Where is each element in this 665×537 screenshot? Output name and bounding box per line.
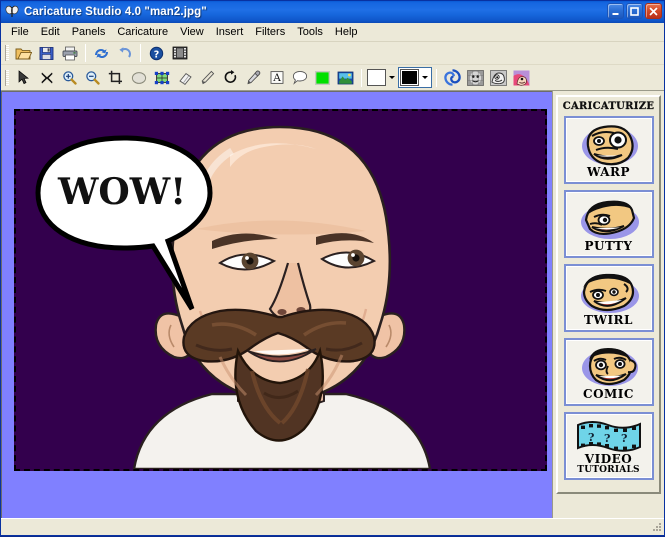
video-label: VIDEO [584,452,633,466]
chevron-down-icon-2[interactable] [419,68,430,87]
video-tutorials-button[interactable]: ? ? ? VIDEO TUTORIALS [563,412,654,480]
putty-button[interactable]: PUTTY [563,190,654,258]
svg-text:A: A [272,72,281,84]
window-controls [607,3,662,19]
application-window: Caricature Studio 4.0 "man2.jpg" File Ed… [0,0,665,536]
tools-toolbar: A [1,65,664,91]
maximize-button[interactable] [626,3,643,19]
resize-grip-icon[interactable] [649,520,663,534]
caricaturize-frame: CARICATURIZE WARP PUTTY TWIRL COMIC ? ? … [556,95,661,494]
face-morph-button[interactable] [487,67,510,88]
tutorials-label: TUTORIALS [577,465,640,475]
twirl-label: TWIRL [584,313,633,327]
help-button[interactable]: ? [145,43,168,64]
title-bar: Caricature Studio 4.0 "man2.jpg" [1,1,664,23]
ellipse-tool[interactable] [127,67,150,88]
butterfly-app-icon [4,4,20,20]
menu-file[interactable]: File [5,24,35,40]
black-swatch-icon [400,69,419,86]
zoom-in-tool[interactable] [58,67,81,88]
menu-help[interactable]: Help [329,24,364,40]
comic-face-icon [581,348,638,386]
brush-tool[interactable] [196,67,219,88]
menu-tools[interactable]: Tools [291,24,329,40]
comic-button[interactable]: COMIC [563,338,654,406]
film-strip-tutorials-icon: ? ? ? [576,421,641,452]
save-file-button[interactable] [35,43,58,64]
warp-button[interactable]: WARP [563,116,654,184]
menu-insert[interactable]: Insert [210,24,250,40]
svg-text:?: ? [588,431,594,444]
caricature-artwork: WOW! [16,111,545,469]
speech-bubble-text: WOW! [57,171,186,213]
menu-edit[interactable]: Edit [35,24,66,40]
svg-text:?: ? [621,432,627,445]
image-canvas[interactable]: WOW! [14,109,547,471]
svg-text:?: ? [604,432,610,445]
chevron-down-icon[interactable] [386,68,397,87]
status-bar [1,518,664,535]
panel-title: CARICATURIZE [562,101,655,112]
menu-caricature[interactable]: Caricature [111,24,174,40]
toolbar-separator-2 [140,44,141,62]
movie-button[interactable] [168,43,191,64]
minimize-button[interactable] [607,3,624,19]
shape-picker[interactable] [366,67,398,88]
workspace[interactable]: WOW! [1,91,552,518]
caricature-sample-button[interactable] [510,67,533,88]
twirl-face-icon [580,273,639,313]
color-picker[interactable] [398,67,432,88]
mesh-warp-tool[interactable] [150,67,173,88]
putty-label: PUTTY [584,239,633,253]
menu-view[interactable]: View [174,24,210,40]
swirl-effect-button[interactable] [441,67,464,88]
main-area: WOW! CARICATURIZE WARP PUTTY TWIRL COMIC… [1,91,664,518]
face-grid-button[interactable] [464,67,487,88]
putty-face-icon [580,200,639,239]
rotate-tool[interactable] [219,67,242,88]
toolbar-separator-4 [436,68,437,87]
select-tool[interactable] [12,67,35,88]
crop-tool[interactable] [104,67,127,88]
comic-label: COMIC [583,387,634,401]
undo-button[interactable] [90,43,113,64]
svg-text:?: ? [154,49,160,60]
image-tool[interactable] [334,67,357,88]
tools-toolbar-grip[interactable] [5,69,9,86]
zoom-out-tool[interactable] [81,67,104,88]
window-title: Caricature Studio 4.0 "man2.jpg" [24,6,207,18]
toolbar-separator [85,44,86,62]
file-toolbar: ? [1,42,664,65]
white-square-icon [367,69,386,86]
fill-color-tool[interactable] [311,67,334,88]
warp-label: WARP [586,165,630,179]
menu-bar: File Edit Panels Caricature View Insert … [1,23,664,42]
speech-bubble-tool[interactable] [288,67,311,88]
menu-filters[interactable]: Filters [249,24,291,40]
eyedropper-tool[interactable] [242,67,265,88]
warp-face-icon [581,125,638,166]
caricaturize-panel: CARICATURIZE WARP PUTTY TWIRL COMIC ? ? … [552,91,664,518]
redo-button[interactable] [113,43,136,64]
delete-tool[interactable] [35,67,58,88]
open-file-button[interactable] [12,43,35,64]
close-button[interactable] [645,3,662,19]
toolbar-grip[interactable] [5,45,9,61]
print-button[interactable] [58,43,81,64]
text-tool[interactable]: A [265,67,288,88]
toolbar-separator-3 [361,68,362,87]
menu-panels[interactable]: Panels [66,24,112,40]
twirl-button[interactable]: TWIRL [563,264,654,332]
eraser-tool[interactable] [173,67,196,88]
